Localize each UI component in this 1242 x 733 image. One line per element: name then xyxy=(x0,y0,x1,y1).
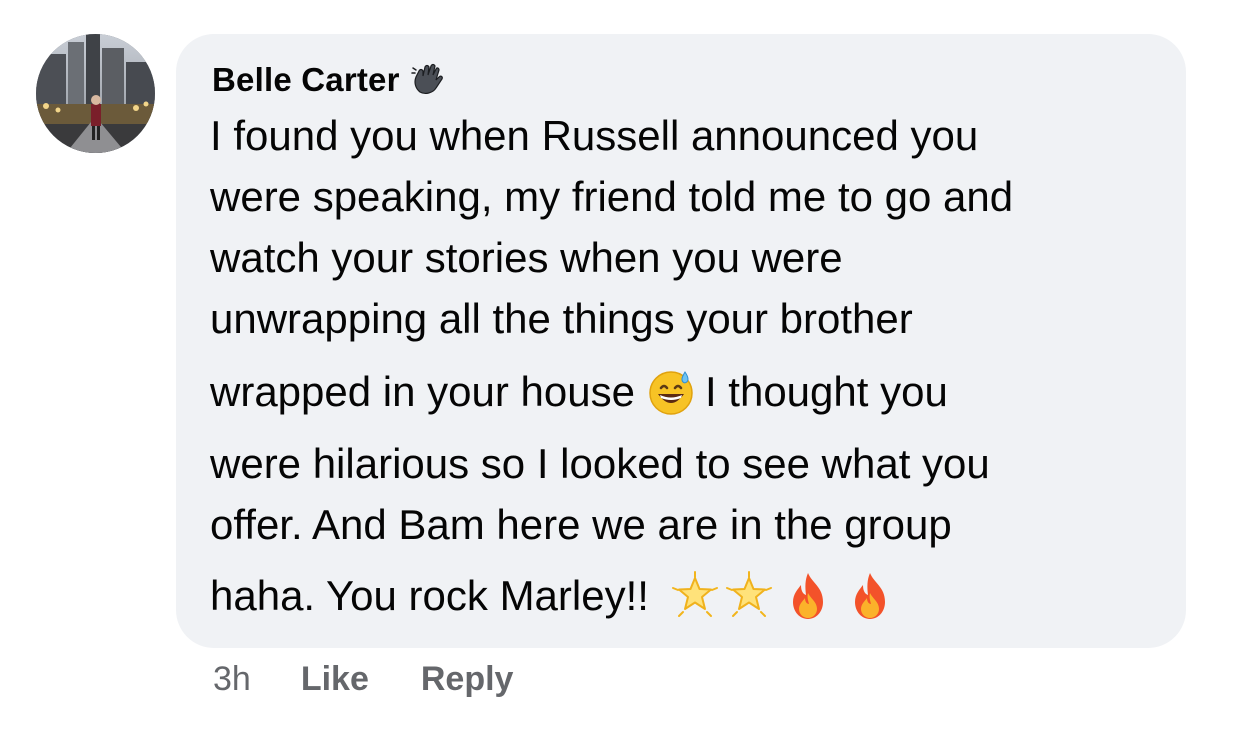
comment-line: offer. And Bam here we are in the group xyxy=(210,501,952,548)
comment-line: were hilarious so I looked to see what y… xyxy=(210,440,990,487)
fire-emoji-icon xyxy=(783,571,833,621)
waving-hand-icon xyxy=(410,62,446,98)
comment-bubble: Belle Carter I found you when Russell an… xyxy=(176,34,1186,648)
comment-actions: 3h Like Reply xyxy=(213,656,513,702)
fire-emoji-icon xyxy=(845,571,895,621)
comment-line-with-emoji: haha. You rock Marley!! xyxy=(210,570,895,622)
comment-line: unwrapping all the things your brother xyxy=(210,295,913,342)
reply-button[interactable]: Reply xyxy=(421,660,514,699)
avatar-photo xyxy=(36,34,155,153)
comment-line: watch your stories when you were xyxy=(210,234,843,281)
comment-line-segment: wrapped in your house xyxy=(210,368,635,415)
comment-line-segment: I thought you xyxy=(704,368,948,415)
comment-timestamp[interactable]: 3h xyxy=(213,660,251,699)
comment-line-with-emoji: wrapped in your house I thought you xyxy=(210,368,948,416)
comment-author-name[interactable]: Belle Carter xyxy=(212,61,400,99)
like-button[interactable]: Like xyxy=(301,660,369,699)
comment-line-segment: haha. You rock Marley!! xyxy=(210,572,649,619)
avatar[interactable] xyxy=(36,34,155,153)
glowing-star-emoji-icon xyxy=(669,570,721,622)
comment-line: were speaking, my friend told me to go a… xyxy=(210,173,1014,220)
comment-line: I found you when Russell announced you xyxy=(210,112,979,159)
glowing-star-emoji-icon xyxy=(723,570,775,622)
comment-author-row: Belle Carter xyxy=(212,58,446,102)
grinning-sweat-emoji-icon xyxy=(647,368,695,416)
